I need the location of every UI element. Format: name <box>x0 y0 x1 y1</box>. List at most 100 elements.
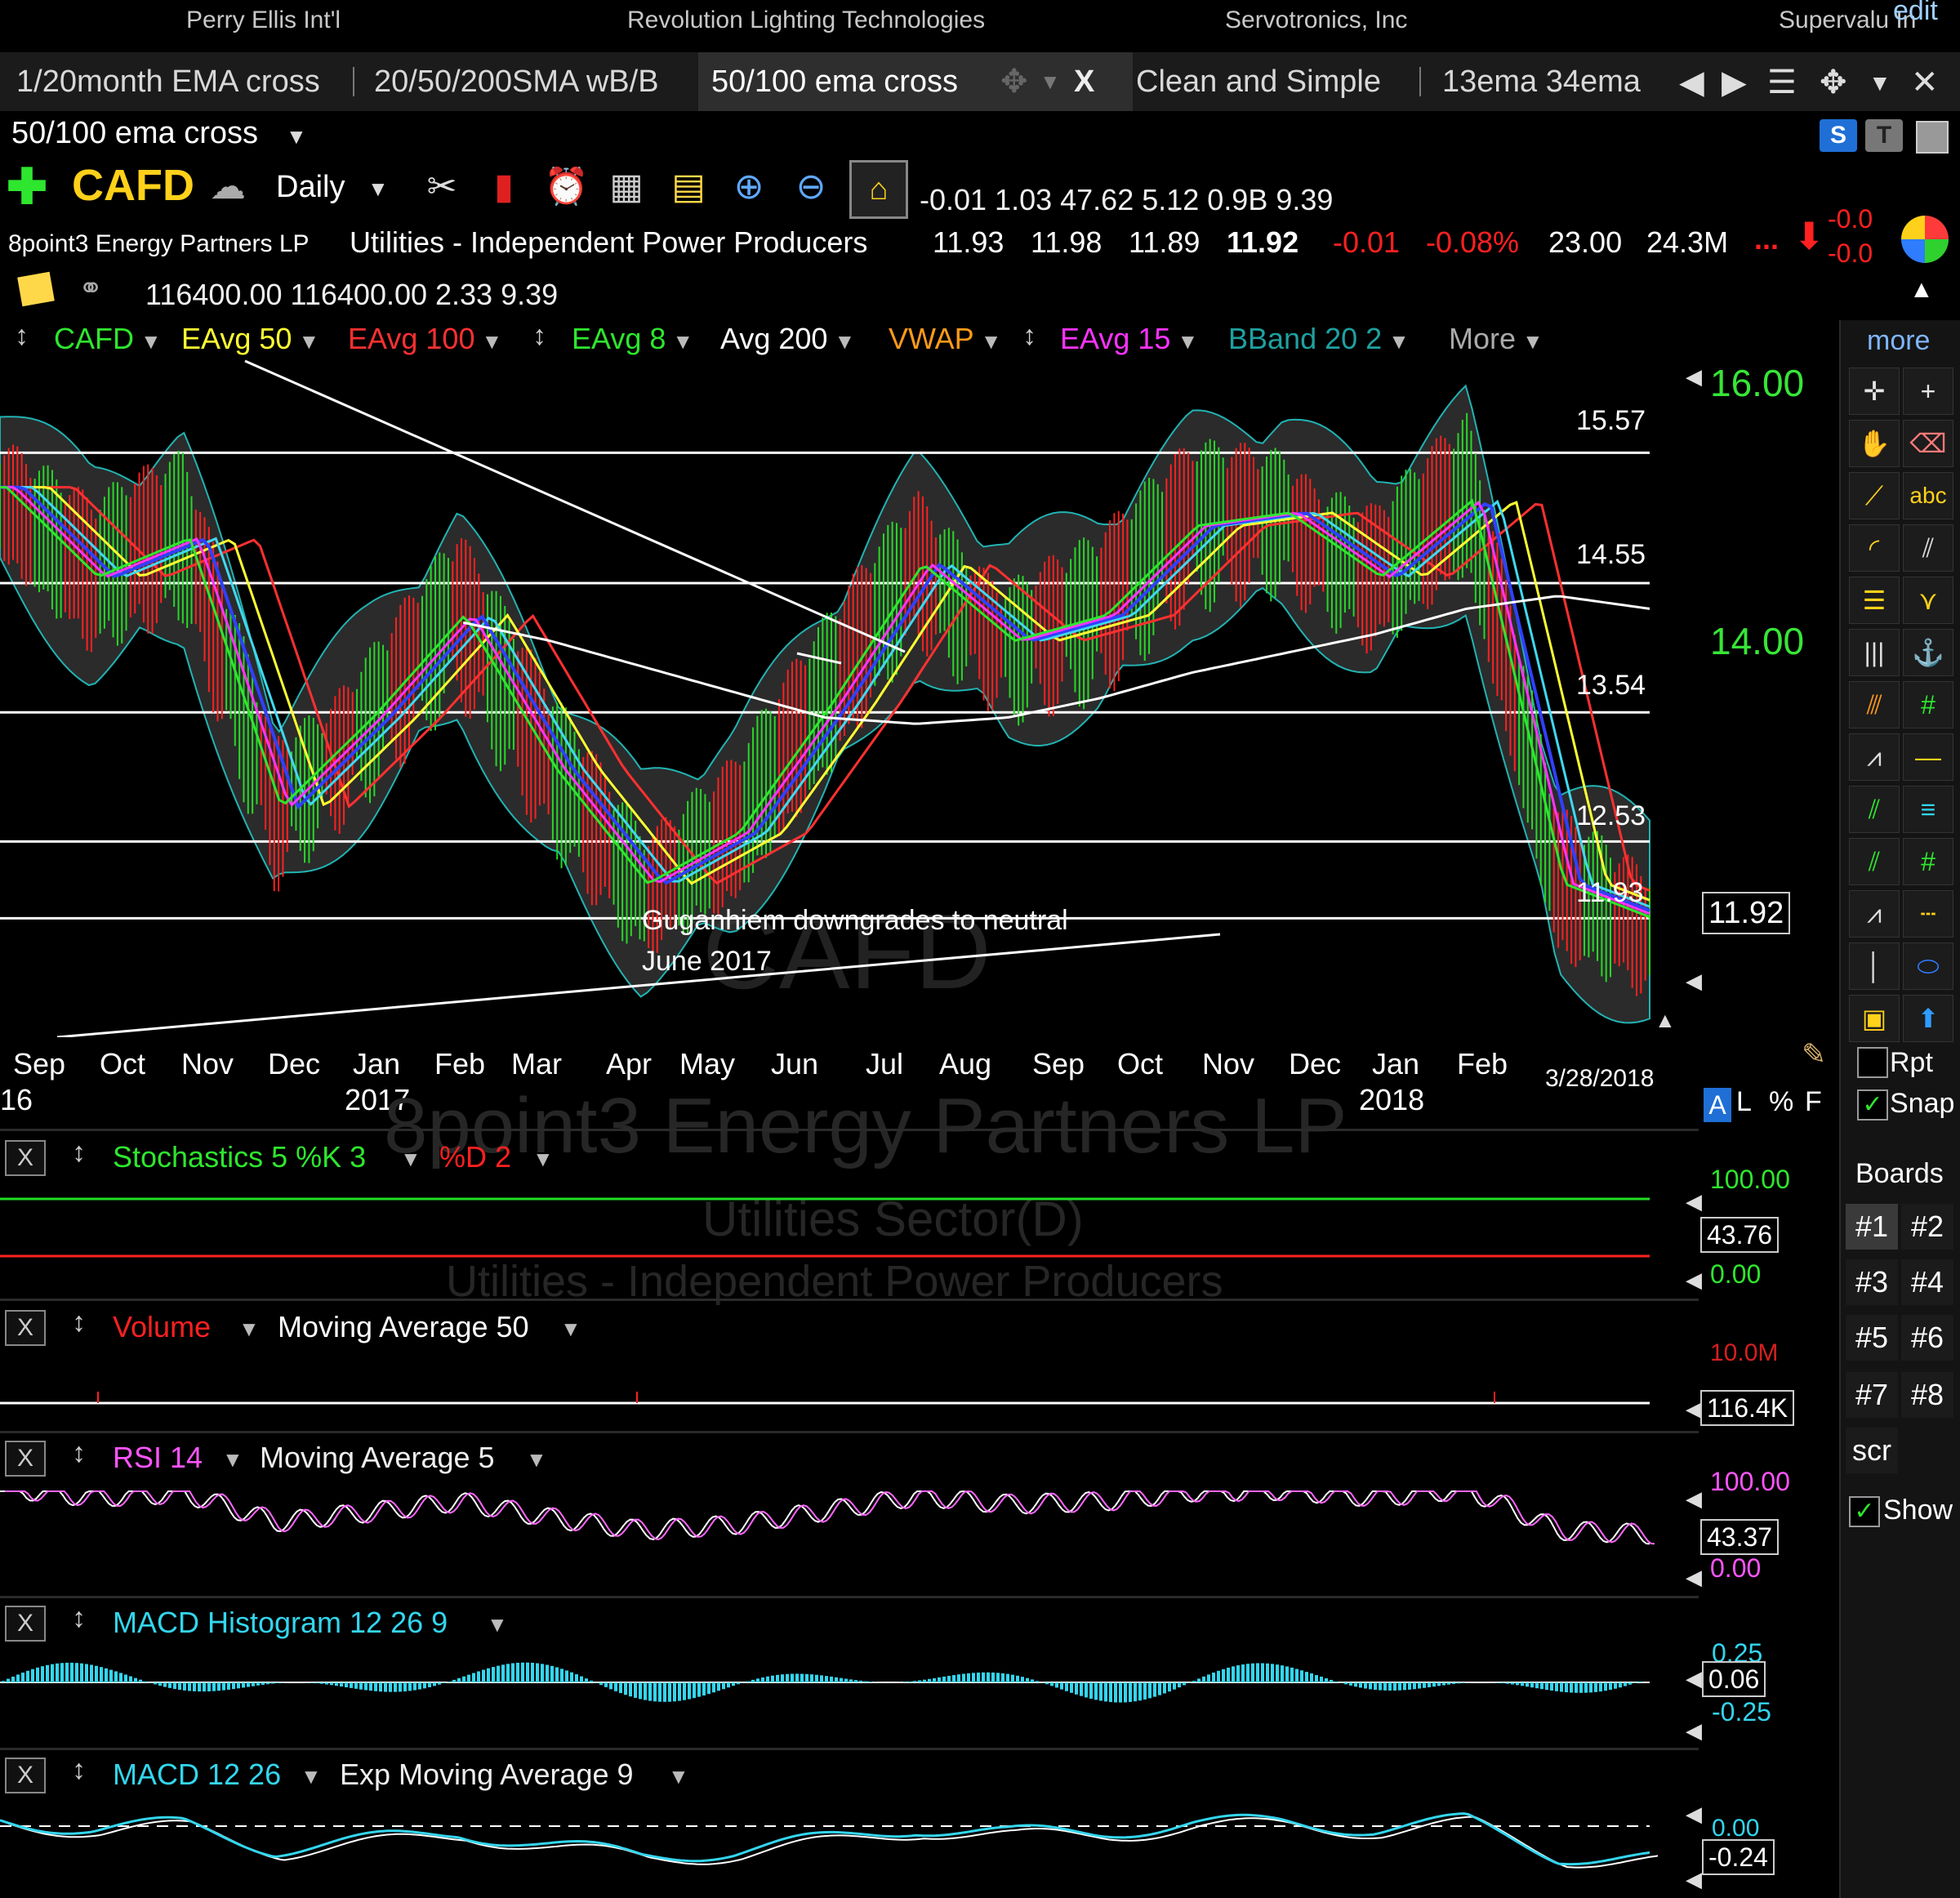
text-tool-icon[interactable]: abc <box>1903 472 1953 519</box>
scale-arrow-icon[interactable]: ◀ <box>1686 1268 1702 1293</box>
scale-fit-toggle[interactable]: F <box>1805 1086 1822 1118</box>
hand-icon[interactable]: ✋ <box>1849 420 1900 467</box>
cycle-lines-icon[interactable]: ||| <box>1849 629 1900 676</box>
tab-scroll-right-icon[interactable]: ▶ <box>1722 64 1747 101</box>
macd-histogram-panel[interactable]: X ↕ MACD Histogram 12 26 9 ▼ 0.25 ◀ 0.06… <box>0 1599 1838 1746</box>
collapse-up-icon[interactable]: ▲ <box>1909 276 1934 304</box>
fan-icon[interactable]: ◜ <box>1849 524 1900 572</box>
more-tools-link[interactable]: more <box>1867 325 1930 357</box>
trade-icon[interactable]: T <box>1865 119 1903 152</box>
eraser-icon[interactable]: ⌫ <box>1903 420 1953 467</box>
link-icon[interactable]: ☁ <box>206 165 250 209</box>
fib-levels-icon[interactable]: ☰ <box>1849 577 1900 624</box>
fib-fan-icon[interactable]: ⋎ <box>1903 577 1953 624</box>
close-layout-icon[interactable]: ✕ <box>1911 64 1939 101</box>
gann-grid-icon[interactable]: # <box>1903 838 1953 885</box>
rpt-checkbox[interactable] <box>1857 1047 1888 1078</box>
indicator-cafd[interactable]: CAFD ▼ <box>54 322 162 356</box>
more-dots[interactable]: ... <box>1754 222 1779 256</box>
andrews-icon[interactable]: ⫽ <box>1849 838 1900 885</box>
scr-button[interactable]: scr <box>1846 1428 1898 1473</box>
binoculars-icon[interactable]: ⚭ <box>78 271 103 305</box>
save-icon[interactable] <box>1916 121 1949 154</box>
indicator-more[interactable]: More ▼ <box>1449 322 1544 356</box>
pitchfork-icon[interactable]: ⫽ <box>1849 786 1900 833</box>
scale-arrow-icon[interactable]: ◀ <box>1686 1867 1702 1892</box>
speed-lines-icon[interactable]: ⩘ <box>1849 733 1900 781</box>
ticker-name[interactable]: Revolution Lighting Technologies <box>627 7 985 34</box>
indicator-eavg-8[interactable]: EAvg 8 ▼ <box>572 322 693 356</box>
arrow-up-icon[interactable]: ⬆ <box>1903 995 1953 1042</box>
tab-clean-and-simple[interactable]: Clean and Simple <box>1123 52 1394 111</box>
color-palette-icon[interactable] <box>1901 216 1949 263</box>
add-symbol-icon[interactable]: ✚ <box>5 163 49 212</box>
chart-title-caret-icon[interactable]: ▼ <box>286 124 307 149</box>
scale-arrow-icon[interactable]: ◀ <box>1686 969 1702 994</box>
rsi-panel[interactable]: X ↕ RSI 14 ▼ Moving Average 5 ▼ ◀ 100.00… <box>0 1434 1838 1593</box>
scale-arrow-icon[interactable]: ◀ <box>1686 1397 1702 1422</box>
pencil-icon[interactable]: ✎ <box>1802 1037 1826 1072</box>
dashed-line-icon[interactable]: ┄ <box>1903 890 1953 938</box>
grid-icon[interactable]: # <box>1903 681 1953 728</box>
tab-menu-caret-icon[interactable]: ▼ <box>1040 52 1061 111</box>
scale-arrow-icon[interactable]: ◀ <box>1686 1565 1702 1590</box>
rectangle-icon[interactable]: ▣ <box>1849 995 1900 1042</box>
trendline-icon[interactable]: ⟋ <box>1849 472 1900 519</box>
cross-icon[interactable]: + <box>1903 368 1953 415</box>
annotation-line1[interactable]: Guganhiem downgrades to neutral <box>642 905 1068 937</box>
gann-icon[interactable]: ⫻ <box>1849 681 1900 728</box>
share-icon[interactable]: S <box>1820 119 1857 152</box>
board-8[interactable]: #8 <box>1901 1372 1953 1418</box>
scale-arrow-icon[interactable]: ◀ <box>1686 1486 1702 1512</box>
layout-menu-caret-icon[interactable]: ▼ <box>1869 70 1891 96</box>
show-checkbox[interactable]: ✓ <box>1849 1496 1880 1527</box>
chart-title[interactable]: 50/100 ema cross <box>11 116 258 151</box>
zoom-out-icon[interactable]: ⊖ <box>789 165 833 209</box>
vertical-line-icon[interactable]: │ <box>1849 942 1900 990</box>
indicator-eavg-15[interactable]: EAvg 15 ▼ <box>1060 322 1198 356</box>
tab-1-20month-ema[interactable]: 1/20month EMA cross <box>3 52 333 111</box>
reorder-icon[interactable]: ↕ <box>15 320 29 352</box>
board-1[interactable]: #1 <box>1846 1204 1898 1250</box>
indicator-eavg-50[interactable]: EAvg 50 ▼ <box>181 322 319 356</box>
ticker-name[interactable]: Perry Ellis Int'l <box>186 7 341 34</box>
home-icon[interactable]: ⌂ <box>849 160 908 219</box>
scale-auto-toggle[interactable]: A <box>1704 1088 1731 1122</box>
board-2[interactable]: #2 <box>1901 1204 1953 1250</box>
scale-arrow-icon[interactable]: ◀ <box>1686 1718 1702 1744</box>
scale-arrow-icon[interactable]: ◀ <box>1686 1666 1702 1691</box>
tab-move-icon[interactable]: ✥ <box>1000 52 1028 111</box>
board-4[interactable]: #4 <box>1901 1259 1953 1305</box>
reorder-icon[interactable]: ↕ <box>532 320 546 352</box>
channel-icon[interactable]: ⫽ <box>1903 524 1953 572</box>
board-6[interactable]: #6 <box>1901 1315 1953 1361</box>
move-layout-icon[interactable]: ✥ <box>1820 64 1847 101</box>
calendar-icon[interactable]: ▦ <box>604 165 648 209</box>
price-chart-area[interactable]: CAFD Guganhiem downgrades to neutral Jun… <box>0 359 1838 1037</box>
arc-icon[interactable]: ⩘ <box>1849 890 1900 938</box>
chart-style-icon[interactable]: ▮ <box>482 165 526 209</box>
scroll-up-icon[interactable]: ▲ <box>1655 1008 1676 1033</box>
tab-list-icon[interactable]: ☰ <box>1767 64 1797 101</box>
reorder-icon[interactable]: ↕ <box>1022 320 1036 352</box>
scale-percent-toggle[interactable]: % <box>1769 1086 1793 1118</box>
scale-arrow-icon[interactable]: ◀ <box>1686 364 1702 390</box>
tab-close-icon[interactable]: X <box>1074 52 1094 111</box>
period-caret-icon[interactable]: ▼ <box>368 176 389 202</box>
tab-13ema-34ema[interactable]: 13ema 34ema <box>1429 52 1684 111</box>
ticker-name[interactable]: Servotronics, Inc <box>1225 7 1407 34</box>
anchor-icon[interactable]: ⚓ <box>1903 629 1953 676</box>
crosshair-icon[interactable]: ✛ <box>1849 368 1900 415</box>
period-select[interactable]: Daily <box>276 170 345 205</box>
tab-scroll-left-icon[interactable]: ◀ <box>1679 64 1704 101</box>
scale-arrow-icon[interactable]: ◀ <box>1686 1189 1702 1214</box>
indicator-eavg-100[interactable]: EAvg 100 ▼ <box>348 322 502 356</box>
indicator-avg-200[interactable]: Avg 200 ▼ <box>720 322 855 356</box>
stochastics-panel[interactable]: X ↕ Stochastics 5 %K 3 ▼ %D 2 ▼ Utilitie… <box>0 1134 1838 1306</box>
tab-50-100-ema-cross[interactable]: 50/100 ema cross ✥ ▼ X <box>698 52 1133 111</box>
symbol-field[interactable]: CAFD <box>72 160 194 211</box>
ellipse-icon[interactable]: ⬭ <box>1903 942 1953 990</box>
scale-log-toggle[interactable]: L <box>1736 1086 1752 1118</box>
indicator-bband[interactable]: BBand 20 2 ▼ <box>1228 322 1410 356</box>
macd-panel[interactable]: X ↕ MACD 12 26 ▼ Exp Moving Average 9 ▼ … <box>0 1751 1838 1898</box>
